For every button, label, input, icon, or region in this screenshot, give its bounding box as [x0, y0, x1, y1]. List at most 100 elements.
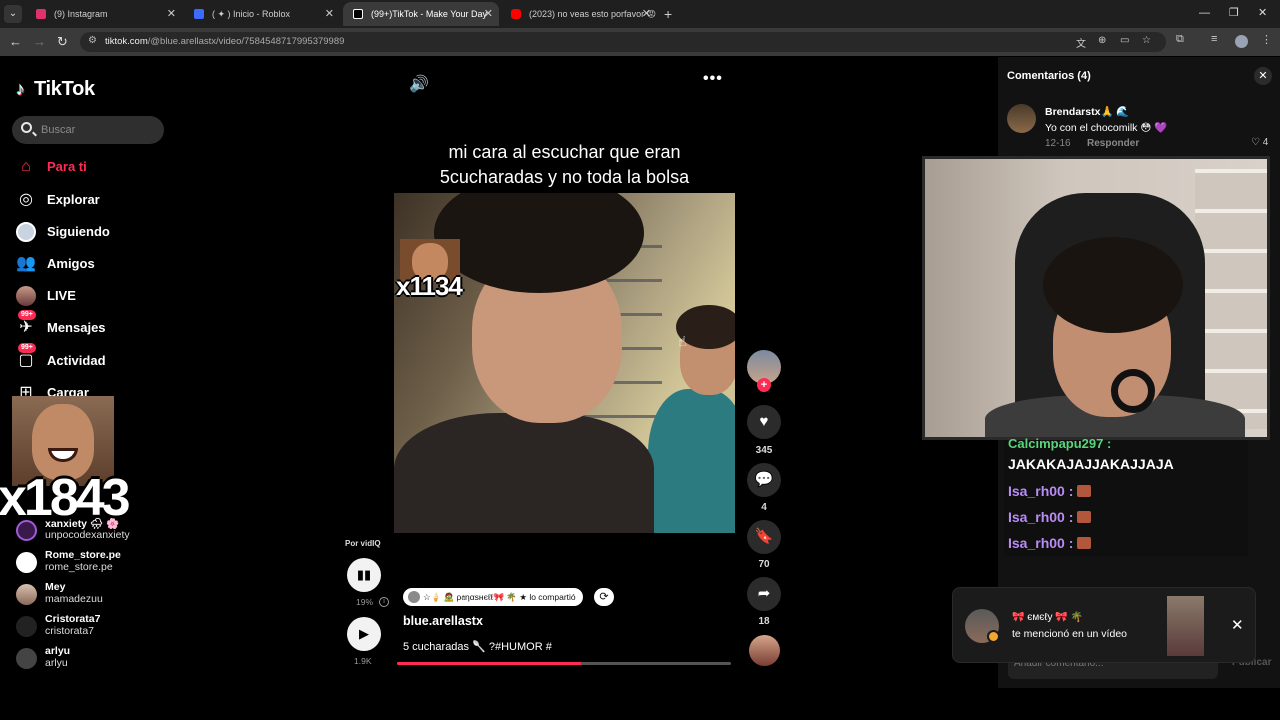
back-icon[interactable]: ←	[9, 33, 22, 51]
address-bar[interactable]: ⚙ tiktok.com/@blue.arellastx/video/75845…	[80, 32, 1166, 52]
tiktok-logo[interactable]: ♪ TikTok	[16, 78, 95, 101]
following-item[interactable]: Rome_store.pe rome_store.pe	[16, 547, 176, 577]
video-person-left-shirt	[394, 413, 654, 533]
nav-amigos[interactable]: 👥 Amigos	[16, 252, 166, 276]
new-tab-button[interactable]: +	[664, 5, 672, 23]
play-button[interactable]: ▶	[347, 617, 381, 651]
youtube-icon	[511, 9, 521, 19]
notification-video-thumbnail[interactable]	[1167, 596, 1204, 656]
chat-message: JAKAKAJAJJAKAJJAJA	[1008, 456, 1174, 472]
compass-icon: ◎	[19, 191, 33, 208]
cast-icon[interactable]: ▭	[1120, 35, 1129, 46]
close-tab-icon[interactable]: ✕	[642, 2, 651, 26]
comment-avatar[interactable]	[1007, 104, 1036, 133]
live-avatar	[16, 286, 36, 306]
tab-youtube[interactable]: (2023) no veas esto porfavor 😡 ✕	[501, 2, 657, 26]
video-player[interactable]: x1134	[394, 193, 735, 533]
video-overlay-counter: x1134	[396, 271, 463, 301]
video-person-right-shirt	[648, 389, 735, 533]
close-window-icon[interactable]: ✕	[1258, 4, 1267, 22]
extensions-icon[interactable]: ⧉	[1176, 33, 1184, 46]
nav-live[interactable]: LIVE	[16, 284, 166, 308]
activity-icon: ▢	[18, 352, 34, 369]
heart-outline-icon: ♡	[1251, 137, 1263, 148]
nav-explorar[interactable]: ◎ Explorar	[16, 188, 166, 212]
tab-instagram[interactable]: (9) Instagram ✕	[26, 2, 182, 26]
comment-author[interactable]: Brendarstx🙏 🌊	[1045, 105, 1130, 118]
comment-date: 12-16	[1045, 138, 1071, 149]
like-count: 345	[755, 445, 773, 456]
roblox-icon	[194, 9, 204, 19]
close-tab-icon[interactable]: ✕	[484, 2, 493, 26]
close-tab-icon[interactable]: ✕	[167, 2, 176, 26]
following-item[interactable]: Mey mamadezuu	[16, 579, 176, 609]
friends-icon: 👥	[16, 255, 36, 272]
tab-tiktok[interactable]: (99+)TikTok - Make Your Day ✕	[343, 2, 499, 26]
browser-tab-bar: ⌄ (9) Instagram ✕ ( ✦ ) Inicio - Roblox …	[0, 0, 1280, 28]
restore-icon[interactable]: ❐	[1229, 4, 1239, 22]
reposted-by-pill[interactable]: ☆🍦 🧟 ρ𝔞ηαsнєℓℓ🎀 🌴 ★ lo compartió	[403, 588, 583, 606]
nav-siguiendo[interactable]: Siguiendo	[16, 220, 166, 244]
notification-badge-icon	[987, 630, 1000, 643]
zoom-icon[interactable]: ⊕	[1098, 35, 1106, 46]
reply-button[interactable]: Responder	[1087, 138, 1139, 149]
avatar	[16, 648, 37, 669]
avatar	[16, 552, 37, 573]
nav-actividad[interactable]: ▢ 99+ Actividad	[16, 343, 166, 373]
close-notification-icon[interactable]: ✕	[1231, 616, 1244, 634]
video-progress-bar[interactable]	[397, 662, 731, 665]
following-item[interactable]: Cristorata7 cristorata7	[16, 611, 176, 641]
home-icon: ⌂	[21, 158, 31, 175]
search-input[interactable]: Buscar	[12, 116, 164, 144]
tiktok-note-icon: ♪	[16, 79, 25, 99]
tiktok-icon	[353, 9, 363, 19]
mention-notification[interactable]: 🎀 ємєℓу 🎀 🌴 te mencionó en un vídeo ✕	[952, 587, 1256, 663]
nav-mensajes[interactable]: ✈ 99+ Mensajes	[16, 310, 166, 340]
streamer-webcam	[922, 156, 1270, 440]
vidiq-stats-button[interactable]: ▮▮	[347, 558, 381, 592]
profile-avatar[interactable]	[1235, 35, 1248, 48]
repost-icon[interactable]: ⟳	[594, 588, 614, 606]
close-tab-icon[interactable]: ✕	[325, 2, 334, 26]
tab-search-menu-icon[interactable]: ⌄	[4, 5, 22, 23]
forward-icon[interactable]: →	[33, 33, 46, 51]
browser-menu-icon[interactable]: ⋮	[1261, 33, 1272, 46]
comment-icon: 💬	[754, 471, 774, 488]
volume-icon[interactable]: 🔊	[409, 74, 429, 94]
share-button[interactable]: ➦	[747, 577, 781, 611]
comment-text: Yo con el chocomilk 😳 💜	[1045, 122, 1168, 134]
following-avatar	[16, 222, 36, 242]
avatar	[408, 591, 420, 603]
save-button[interactable]: 🔖	[747, 520, 781, 554]
video-author[interactable]: blue.arellastx	[403, 614, 483, 628]
share-count: 18	[758, 616, 770, 627]
play-icon: ▶	[359, 626, 369, 641]
music-disc-avatar[interactable]	[749, 635, 780, 666]
search-icon	[21, 122, 32, 133]
comment-count: 4	[761, 502, 767, 513]
reload-icon[interactable]: ↻	[57, 33, 68, 51]
nav-para-ti[interactable]: ⌂ Para ti	[16, 155, 166, 179]
vidiq-score: 19%	[356, 597, 374, 607]
avatar	[16, 584, 37, 605]
close-comments-icon[interactable]: ✕	[1254, 67, 1272, 85]
activity-badge: 99+	[18, 343, 36, 353]
chat-line: Isa_rh00 :	[1008, 535, 1092, 551]
more-options-icon[interactable]: •••	[703, 70, 723, 88]
webcam-headset	[1111, 369, 1155, 413]
media-controls-icon[interactable]: ≡	[1211, 33, 1217, 45]
notification-text: te mencionó en un vídeo	[1012, 628, 1127, 640]
like-button[interactable]: ♥	[747, 405, 781, 439]
tab-roblox[interactable]: ( ✦ ) Inicio - Roblox ✕	[184, 2, 340, 26]
following-item[interactable]: arlyu arlyu	[16, 643, 176, 673]
info-icon[interactable]: i	[379, 597, 389, 607]
minimize-icon[interactable]: —	[1199, 4, 1210, 22]
site-settings-icon[interactable]: ⚙	[88, 35, 97, 46]
translate-icon[interactable]: 文	[1076, 35, 1086, 50]
comment-button[interactable]: 💬	[747, 463, 781, 497]
follow-plus-icon[interactable]: +	[757, 378, 771, 392]
bookmark-star-icon[interactable]: ☆	[1142, 35, 1151, 46]
comment-like-button[interactable]: ♡ 4	[1251, 137, 1268, 148]
save-count: 70	[758, 559, 770, 570]
chat-line: Isa_rh00 :	[1008, 483, 1092, 499]
